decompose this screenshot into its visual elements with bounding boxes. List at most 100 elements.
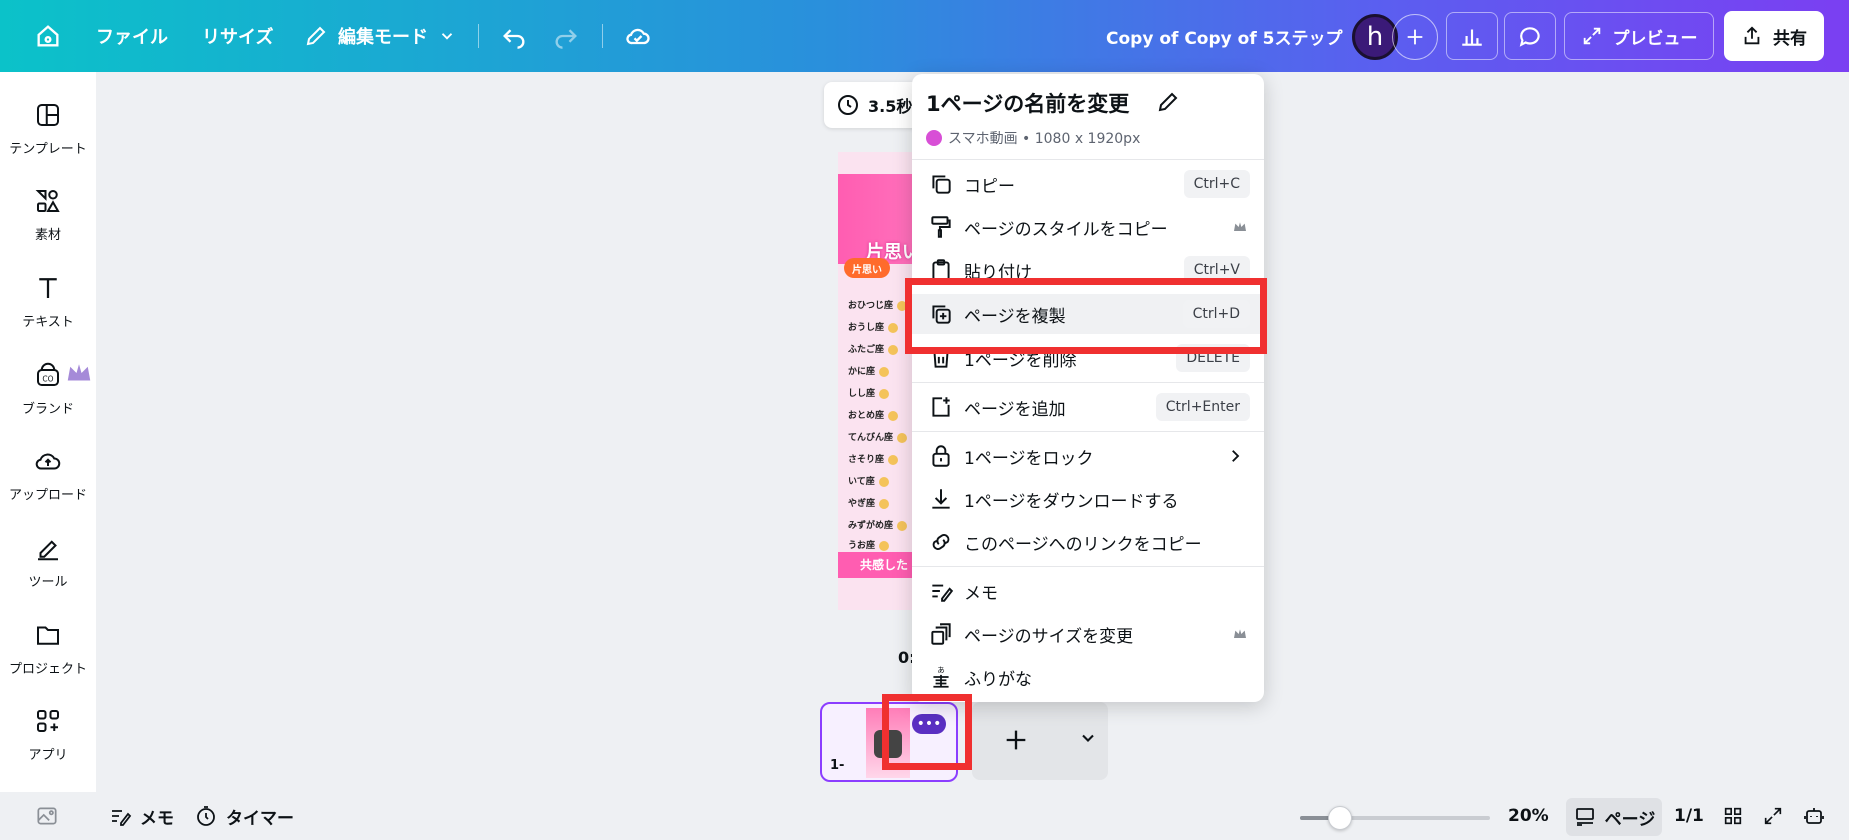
divider	[602, 24, 603, 48]
grid-view-button[interactable]	[1722, 792, 1744, 840]
file-menu[interactable]: ファイル	[96, 0, 168, 72]
page-duration-button[interactable]: 3.5秒	[824, 82, 924, 128]
duration-label: 3.5秒	[868, 97, 913, 116]
menu-item-furigana[interactable]: あ ふりがな	[912, 657, 1264, 697]
page-count: 1/1	[1674, 806, 1704, 826]
menu-item-label: メモ	[964, 583, 998, 604]
shortcut-badge: Ctrl+C	[1183, 170, 1250, 198]
sidebar-item-projects[interactable]: プロジェクト	[0, 614, 96, 694]
menu-item-add-page[interactable]: ページを追加 Ctrl+Enter	[912, 387, 1264, 427]
divider	[912, 159, 1264, 160]
lock-icon	[932, 445, 950, 467]
zoom-level[interactable]: 20%	[1508, 792, 1549, 840]
menu-item-copy-link[interactable]: このページへのリンクをコピー	[912, 522, 1264, 562]
sidebar-item-label: ブランド	[21, 402, 74, 417]
home-icon	[37, 25, 59, 47]
home-button[interactable]	[34, 0, 62, 72]
fullscreen-icon	[1764, 807, 1782, 825]
furigana-icon: あ	[933, 666, 949, 688]
chevron-down-icon	[441, 33, 453, 40]
notes-icon	[932, 584, 954, 602]
sidebar-item-uploads[interactable]: アップロード	[0, 440, 96, 520]
pencil-icon	[306, 26, 326, 46]
svg-text:あ: あ	[937, 666, 945, 675]
elements-icon	[35, 190, 60, 212]
clock-icon	[838, 95, 858, 115]
list-item: おひつじ座	[848, 298, 908, 311]
sidebar-item-label: テンプレート	[9, 142, 87, 157]
sidebar-item-brand[interactable]: CO ブランド	[0, 354, 96, 434]
menu-item-label: ページのスタイルをコピー	[964, 219, 1168, 240]
divider	[912, 431, 1264, 432]
sidebar-item-text[interactable]: テキスト	[0, 267, 96, 347]
chevron-down-icon[interactable]	[1078, 728, 1098, 748]
list-item: おとめ座	[848, 408, 899, 421]
pages-label: ページ	[1604, 809, 1656, 830]
crown-icon	[1234, 629, 1246, 638]
cloud-saved-button[interactable]	[624, 0, 652, 72]
share-icon	[1744, 26, 1760, 45]
invite-button[interactable]	[1392, 14, 1438, 60]
list-item: かに座	[848, 364, 890, 377]
fullscreen-button[interactable]	[1762, 792, 1784, 840]
menu-item-label: ページのサイズを変更	[964, 626, 1134, 647]
menu-item-notes[interactable]: メモ	[912, 571, 1264, 611]
timer-button[interactable]: タイマー	[194, 792, 294, 840]
menu-item-copy-style[interactable]: ページのスタイルをコピー	[912, 207, 1264, 247]
menu-item-copy[interactable]: コピー Ctrl+C	[912, 164, 1264, 204]
sidebar-item-label: 素材	[34, 228, 61, 243]
add-page-button[interactable]	[972, 702, 1108, 780]
highlight-duplicate-page	[905, 278, 1267, 354]
magic-media-button[interactable]	[34, 792, 60, 840]
assistant-button[interactable]	[1802, 792, 1826, 840]
paint-roller-icon	[931, 216, 951, 238]
zoom-slider-handle[interactable]	[1328, 806, 1352, 830]
pencil-icon[interactable]	[1156, 90, 1180, 114]
preview-button[interactable]: プレビュー	[1564, 12, 1714, 60]
cloud-check-icon	[626, 28, 650, 45]
timer-icon	[197, 806, 215, 826]
comments-button[interactable]	[1504, 12, 1556, 60]
plus-icon	[1006, 730, 1026, 750]
menu-item-resize-page[interactable]: ページのサイズを変更	[912, 614, 1264, 654]
divider	[478, 24, 479, 48]
document-title[interactable]: Copy of Copy of 5ステップ	[1106, 0, 1342, 72]
plus-icon	[1407, 29, 1423, 45]
menu-item-download-page[interactable]: 1ページをダウンロードする	[912, 479, 1264, 519]
undo-button[interactable]	[500, 0, 528, 72]
share-label: 共有	[1773, 28, 1807, 49]
timer-label: タイマー	[226, 808, 294, 829]
rename-page-title[interactable]: 1ページの名前を変更	[926, 88, 1129, 118]
insights-button[interactable]	[1446, 12, 1498, 60]
pages-icon	[1575, 808, 1594, 826]
menu-item-label: 1ページをダウンロードする	[964, 491, 1179, 512]
undo-icon	[503, 29, 525, 49]
notes-label: メモ	[140, 808, 174, 829]
notes-button[interactable]: メモ	[108, 792, 174, 840]
divider	[912, 566, 1264, 567]
notes-icon	[112, 810, 132, 826]
expand-icon	[1583, 27, 1600, 45]
resize-menu[interactable]: リサイズ	[202, 0, 273, 72]
share-button[interactable]: 共有	[1724, 11, 1824, 61]
edit-mode-dropdown[interactable]: 編集モード	[304, 0, 456, 72]
brand-icon: CO	[37, 362, 59, 386]
top-bar: ファイル リサイズ 編集モード Copy of Copy of 5ステップ h …	[0, 0, 1849, 72]
sidebar-item-elements[interactable]: 素材	[0, 180, 96, 260]
robot-icon	[1804, 808, 1824, 824]
sidebar-item-tools[interactable]: ツール	[0, 527, 96, 607]
sidebar-item-templates[interactable]: テンプレート	[0, 94, 96, 174]
add-page-icon	[932, 397, 950, 417]
redo-button[interactable]	[552, 0, 580, 72]
sidebar-item-label: アプリ	[28, 748, 68, 763]
redo-icon	[555, 29, 577, 49]
menu-item-lock-page[interactable]: 1ページをロック	[912, 436, 1264, 476]
design-type-info: スマホ動画 • 1080 x 1920px	[926, 128, 1140, 148]
pages-button[interactable]: ページ	[1566, 798, 1662, 836]
chevron-right-icon	[1232, 450, 1240, 462]
list-item: さそり座	[848, 452, 899, 465]
sidebar-item-apps[interactable]: アプリ	[0, 700, 96, 780]
template-icon	[37, 104, 59, 126]
design-tag: 片思い	[844, 258, 890, 278]
list-item: おうし座	[848, 320, 899, 333]
